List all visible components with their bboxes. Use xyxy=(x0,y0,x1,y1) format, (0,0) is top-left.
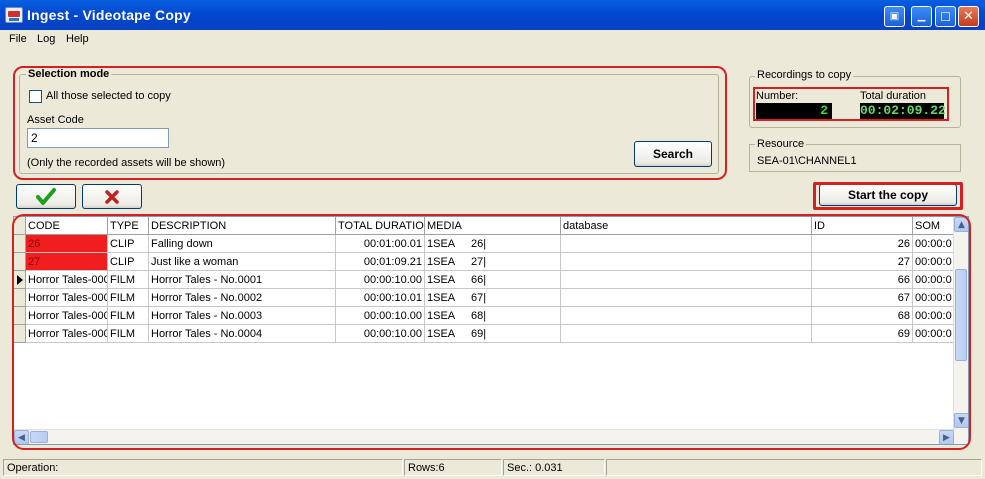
grid-highlight xyxy=(12,214,971,450)
selection-highlight xyxy=(13,66,727,180)
start-copy-highlight xyxy=(813,182,963,210)
status-sec: Sec.: 0.031 xyxy=(503,459,605,476)
resource-caption: Resource xyxy=(755,138,807,150)
title-bar[interactable]: Ingest - Videotape Copy ▣ ▁ ☐ ✕ xyxy=(0,0,985,30)
status-rows: Rows:6 xyxy=(404,459,502,476)
cancel-button[interactable] xyxy=(82,184,142,209)
resource-value: SEA-01\CHANNEL1 xyxy=(757,155,857,167)
confirm-button[interactable] xyxy=(16,184,76,209)
app-icon[interactable] xyxy=(5,7,23,23)
help-window-button[interactable]: ▣ xyxy=(884,6,905,27)
minimize-button[interactable]: ▁ xyxy=(911,6,932,27)
close-icon: ✕ xyxy=(963,9,974,24)
window-title: Ingest - Videotape Copy xyxy=(27,7,191,23)
recordings-caption: Recordings to copy xyxy=(755,69,854,81)
menu-help[interactable]: Help xyxy=(66,33,89,45)
maximize-icon: ☐ xyxy=(940,9,951,24)
cross-icon xyxy=(105,189,119,204)
recordings-highlight xyxy=(753,87,949,121)
status-operation: Operation: xyxy=(3,459,403,476)
close-button[interactable]: ✕ xyxy=(958,6,979,27)
menu-bar: File Log Help xyxy=(0,30,985,50)
maximize-button[interactable]: ☐ xyxy=(935,6,956,27)
menu-log[interactable]: Log xyxy=(37,33,55,45)
minimize-icon: ▁ xyxy=(917,10,926,22)
help-icon: ▣ xyxy=(889,10,900,22)
menu-file[interactable]: File xyxy=(9,33,27,45)
status-bar: Operation: Rows:6 Sec.: 0.031 xyxy=(0,457,985,479)
status-extra xyxy=(606,459,982,476)
checkmark-icon xyxy=(36,187,56,205)
